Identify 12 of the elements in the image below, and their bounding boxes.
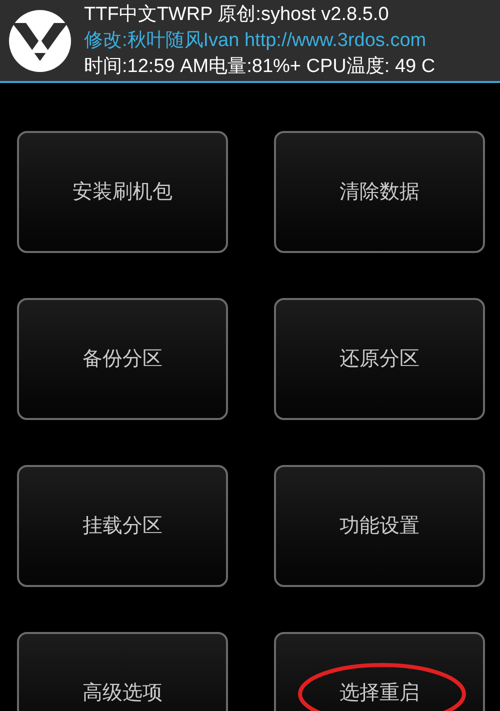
- header-title: TTF中文TWRP 原创:syhost v2.8.5.0: [84, 2, 390, 26]
- logo-icon: [8, 8, 72, 72]
- menu-button[interactable]: 高级选项: [17, 632, 228, 711]
- menu-button[interactable]: 挂载分区: [17, 465, 228, 587]
- menu-button[interactable]: 选择重启: [274, 632, 485, 711]
- menu-button[interactable]: 清除数据: [274, 131, 485, 253]
- menu-button[interactable]: 还原分区: [274, 298, 485, 420]
- credit-text: 修改:秋叶随风Ivan http://www.3rdos.com: [84, 28, 428, 52]
- menu-button[interactable]: 备份分区: [17, 298, 228, 420]
- menu-button[interactable]: 功能设置: [274, 465, 485, 587]
- menu-button[interactable]: 安装刷机包: [17, 131, 228, 253]
- status-text: 时间:12:59 AM电量:81%+ CPU温度: 49 C: [84, 54, 436, 78]
